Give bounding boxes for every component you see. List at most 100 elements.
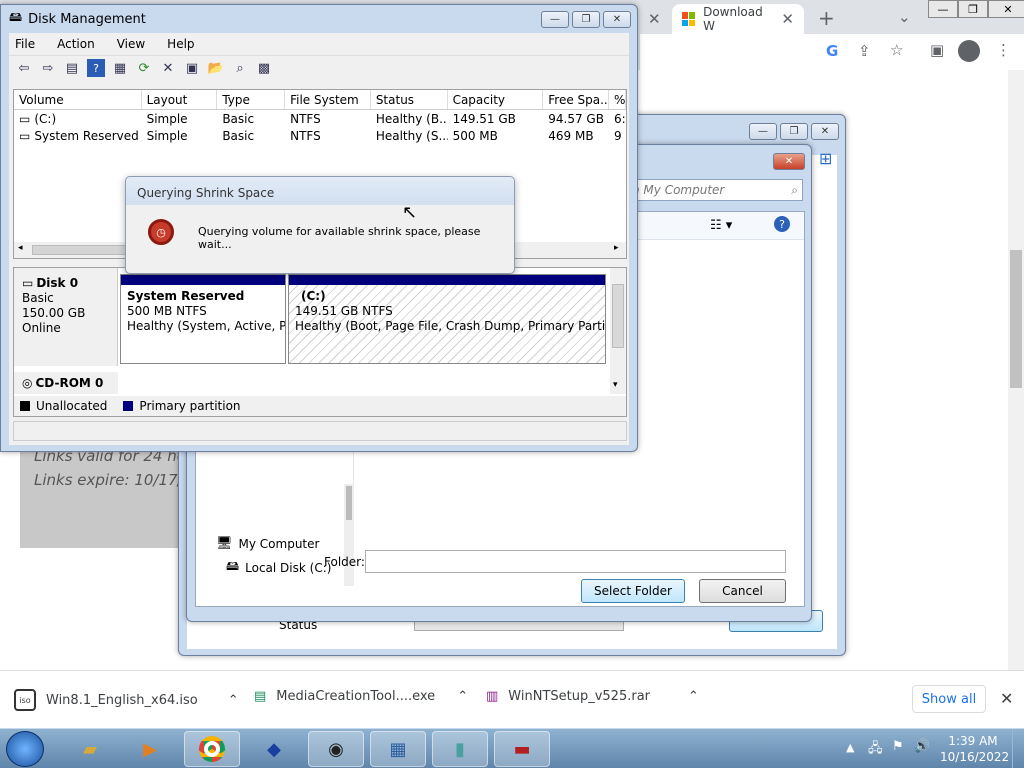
taskbar: ▰ ▶ ◆ ◉ ▦ ▮ ▬ ▲ 🖧 ⚑ 🔊 1:39 AM 10/16/2022: [0, 728, 1024, 768]
col-type[interactable]: Type: [217, 90, 286, 109]
properties-icon[interactable]: ▦: [111, 59, 129, 77]
close-downloads-icon[interactable]: ✕: [1000, 689, 1013, 708]
tree-item-label: Local Disk (C:): [245, 561, 332, 575]
mouse-cursor-icon: ↖: [402, 202, 418, 223]
clock[interactable]: 1:39 AM 10/16/2022: [940, 733, 1009, 765]
tree-item-my-computer[interactable]: 🖥 My Computer: [216, 536, 319, 551]
maximize-button[interactable]: ❐: [572, 11, 600, 28]
tree-item-local-disk[interactable]: 🖴 Local Disk (C:): [226, 557, 331, 579]
legend-swatch-unallocated: [20, 401, 30, 411]
setup-maximize-button[interactable]: ❐: [780, 123, 808, 140]
col-capacity[interactable]: Capacity: [448, 90, 544, 109]
menu-action[interactable]: Action: [57, 37, 95, 51]
share-icon[interactable]: ⇪: [858, 42, 871, 60]
tab-search-icon[interactable]: ⌄: [898, 8, 911, 26]
start-button[interactable]: [6, 731, 44, 767]
disk0-label[interactable]: ▭ Disk 0 Basic 150.00 GB Online: [14, 268, 118, 366]
refresh-icon[interactable]: ⟳: [135, 59, 153, 77]
taskbar-explorer-icon[interactable]: ▰: [62, 731, 118, 767]
address-bar-row: G ⇪ ☆ ▣ ⋮: [640, 34, 1024, 70]
folder-dialog-close-button[interactable]: ✕: [773, 153, 805, 170]
volume-icon[interactable]: 🔊: [914, 739, 930, 754]
settings-icon[interactable]: ▩: [255, 59, 273, 77]
menu-help[interactable]: Help: [167, 37, 194, 51]
taskbar-disk-mgmt-icon[interactable]: ▦: [370, 731, 426, 767]
help-icon[interactable]: ?: [87, 59, 105, 77]
forward-arrow-icon[interactable]: ⇨: [39, 59, 57, 77]
show-all-button[interactable]: Show all: [912, 685, 986, 713]
vscroll-thumb[interactable]: [612, 284, 624, 348]
chevron-up-icon[interactable]: ⌃: [688, 689, 699, 704]
scroll-left-icon[interactable]: ◂: [18, 243, 23, 253]
col-volume[interactable]: Volume: [14, 90, 142, 109]
hscroll-thumb[interactable]: [32, 245, 132, 255]
menu-file[interactable]: File: [15, 37, 35, 51]
table-row[interactable]: ▭ System Reserved Simple Basic NTFS Healt…: [14, 127, 626, 144]
download-filename: WinNTSetup_v525.rar: [508, 689, 651, 704]
delete-icon[interactable]: ✕: [159, 59, 177, 77]
partition-c[interactable]: (C:) 149.51 GB NTFS Healthy (Boot, Page …: [288, 274, 606, 364]
page-scrollbar-thumb[interactable]: [1010, 250, 1022, 388]
partition-system-reserved[interactable]: System Reserved 500 MB NTFS Healthy (Sys…: [120, 274, 286, 364]
col-free-space[interactable]: Free Spa...: [543, 90, 610, 109]
col-layout[interactable]: Layout: [142, 90, 218, 109]
disk-view-vscrollbar[interactable]: ▾: [610, 268, 626, 394]
col-status[interactable]: Status: [371, 90, 448, 109]
download-item[interactable]: iso Win8.1_English_x64.iso ⌃: [14, 689, 239, 711]
view-options-icon[interactable]: ☷ ▾: [710, 218, 732, 233]
cell-volume: ▭ System Reserved: [19, 128, 139, 143]
close-button[interactable]: ✕: [603, 11, 631, 28]
partition-status: Healthy (Boot, Page File, Crash Dump, Pr…: [295, 319, 605, 333]
scroll-down-icon[interactable]: ▾: [613, 380, 618, 390]
select-folder-button[interactable]: Select Folder: [581, 579, 685, 603]
setup-close-button[interactable]: ✕: [811, 123, 839, 140]
taskbar-burn-icon[interactable]: ◉: [308, 731, 364, 767]
tree-scrollbar-thumb[interactable]: [346, 486, 352, 520]
bookmark-star-icon[interactable]: ☆: [890, 41, 903, 59]
cancel-button[interactable]: Cancel: [699, 579, 786, 603]
help-icon[interactable]: ?: [774, 216, 790, 232]
download-item[interactable]: ▥ WinNTSetup_v525.rar ⌃: [486, 689, 699, 704]
search-icon[interactable]: ⌕: [231, 59, 249, 77]
network-icon[interactable]: 🖧: [868, 739, 883, 761]
browser-tab-download[interactable]: Download W ✕: [672, 4, 804, 34]
setup-minimize-button[interactable]: —: [749, 123, 777, 140]
scroll-right-icon[interactable]: ▸: [614, 243, 619, 253]
open-folder-icon[interactable]: 📂: [207, 59, 225, 77]
new-tab-button[interactable]: +: [818, 6, 835, 30]
browser-minimize-button[interactable]: —: [928, 0, 958, 18]
show-hide-tree-icon[interactable]: ▤: [63, 59, 81, 77]
browser-restore-button[interactable]: ❐: [958, 0, 988, 18]
minimize-button[interactable]: —: [541, 11, 569, 28]
tab-close-icon[interactable]: ✕: [781, 10, 794, 28]
cdrom-label[interactable]: ◎ CD-ROM 0: [14, 372, 118, 394]
table-row[interactable]: ▭ (C:) Simple Basic NTFS Healthy (B... 14…: [14, 110, 626, 127]
close-tab-icon[interactable]: ✕: [648, 10, 661, 28]
profile-avatar-icon[interactable]: [958, 40, 980, 62]
chevron-up-icon[interactable]: ⌃: [228, 693, 239, 708]
folder-path-input[interactable]: [365, 550, 786, 573]
show-hidden-icons[interactable]: ▲: [846, 741, 854, 754]
browser-close-button[interactable]: ✕: [988, 0, 1024, 18]
folder-search-input[interactable]: h My Computer ⌕: [627, 179, 803, 201]
disk0-name: Disk 0: [36, 276, 79, 290]
download-item[interactable]: ▤ MediaCreationTool....exe ⌃: [254, 689, 468, 704]
disk-icon: ▭: [22, 276, 34, 290]
google-icon[interactable]: G: [826, 42, 838, 60]
taskbar-toolbox-icon[interactable]: ▬: [494, 731, 550, 767]
action-center-icon[interactable]: ⚑: [892, 739, 904, 754]
chevron-up-icon[interactable]: ⌃: [457, 689, 468, 704]
more-menu-icon[interactable]: ⋮: [996, 41, 1011, 59]
checklist-icon[interactable]: ▣: [183, 59, 201, 77]
taskbar-winntsetup-icon[interactable]: ▮: [432, 731, 488, 767]
show-desktop-button[interactable]: [1012, 729, 1024, 768]
taskbar-chrome-icon[interactable]: [184, 731, 240, 767]
menu-view[interactable]: View: [117, 37, 145, 51]
back-arrow-icon[interactable]: ⇦: [15, 59, 33, 77]
legend-bar: Unallocated Primary partition: [14, 396, 626, 416]
side-panel-icon[interactable]: ▣: [930, 41, 944, 59]
col-file-system[interactable]: File System: [285, 90, 371, 109]
taskbar-setup-icon[interactable]: ◆: [246, 731, 302, 767]
col-percent-free[interactable]: %: [609, 90, 626, 109]
taskbar-media-player-icon[interactable]: ▶: [122, 731, 178, 767]
